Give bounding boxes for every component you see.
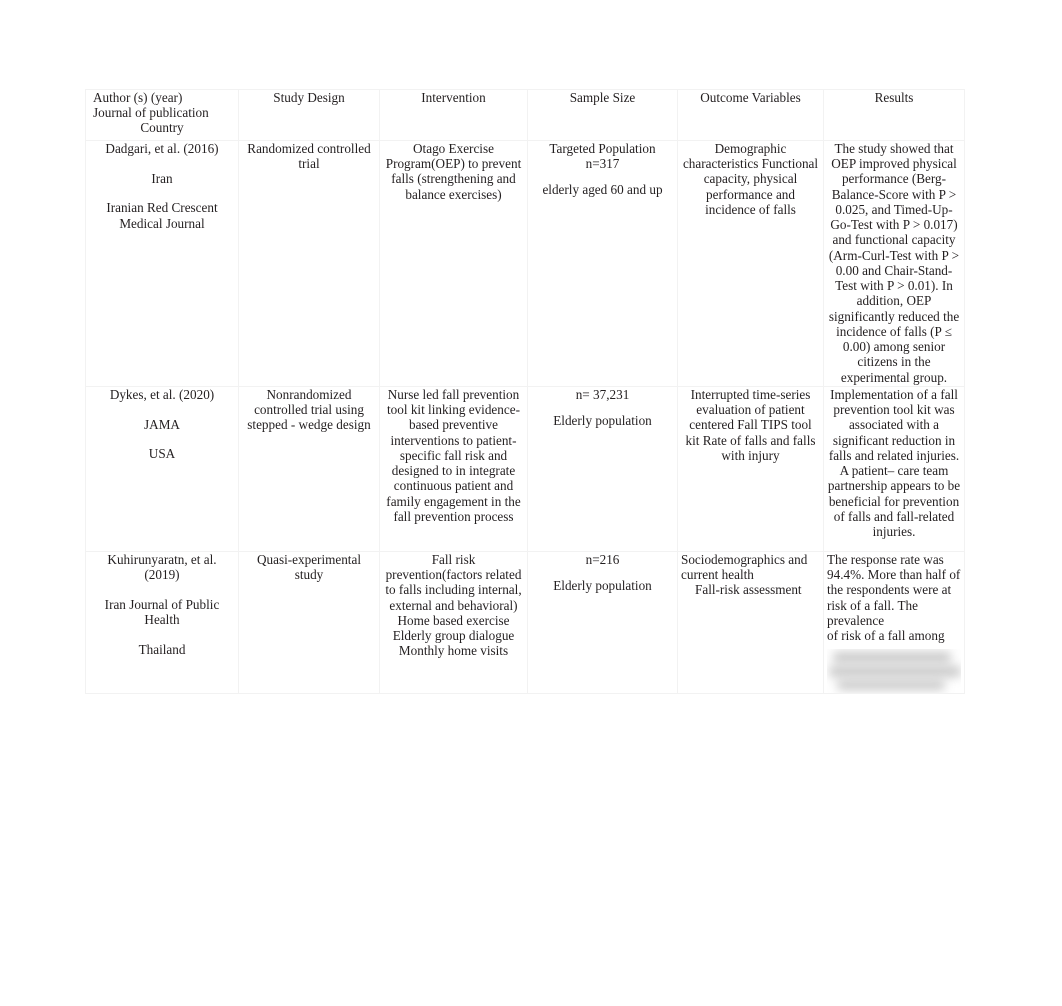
cell-design-1: Randomized controlled trial bbox=[238, 140, 380, 387]
document-page: Author (s) (year) Journal of publication… bbox=[0, 0, 1062, 1006]
cell-outcome-2: Interrupted time-series evaluation of pa… bbox=[677, 386, 824, 552]
column-header-sample-size: Sample Size bbox=[527, 89, 678, 141]
header-row: Author (s) (year) Journal of publication… bbox=[85, 89, 965, 141]
table-body: Dadgari, et al. (2016) Iran Iranian Red … bbox=[85, 140, 965, 695]
column-header-author: Author (s) (year) Journal of publication… bbox=[85, 89, 239, 141]
column-header-intervention: Intervention bbox=[379, 89, 528, 141]
redacted-line-1 bbox=[833, 652, 951, 664]
country-1: Iran bbox=[151, 170, 173, 186]
journal-2: USA bbox=[148, 446, 176, 462]
sample-detail-3: Elderly population bbox=[553, 578, 652, 594]
results-3-visible: The response rate was 94.4%. More than h… bbox=[827, 552, 961, 628]
sample-target-2: n= 37,231 bbox=[575, 387, 630, 402]
sample-target-1: Targeted Population n=317 bbox=[549, 141, 656, 172]
outcome-3-line1: Sociodemographics and current health bbox=[681, 552, 808, 583]
citation-2: Dykes, et al. (2020) bbox=[109, 387, 215, 402]
cell-intervention-3: Fall risk prevention(factors related to … bbox=[379, 550, 528, 695]
cell-author-3: Kuhirunyaratn, et al. (2019) Iran Journa… bbox=[85, 550, 239, 695]
cell-sample-3: n=216 Elderly population bbox=[527, 550, 678, 695]
cell-results-2: Implementation of a fall prevention tool… bbox=[823, 386, 965, 552]
redacted-text-block bbox=[827, 649, 961, 693]
sample-detail-2: Elderly population bbox=[553, 413, 652, 429]
cell-sample-1: Targeted Population n=317 elderly aged 6… bbox=[527, 140, 678, 387]
results-3-visible-2: of risk of a fall among bbox=[827, 628, 945, 644]
journal-3: Thailand bbox=[138, 641, 186, 657]
citation-3: Kuhirunyaratn, et al. (2019) bbox=[107, 552, 217, 583]
column-header-author-line2: Journal of publication bbox=[93, 105, 209, 121]
table-row: Dadgari, et al. (2016) Iran Iranian Red … bbox=[85, 140, 965, 387]
cell-results-3: The response rate was 94.4%. More than h… bbox=[823, 550, 965, 695]
cell-author-2: Dykes, et al. (2020) JAMA USA bbox=[85, 386, 239, 552]
redacted-line-2 bbox=[829, 666, 961, 678]
country-2: JAMA bbox=[144, 416, 180, 432]
column-header-author-line3: Country bbox=[140, 120, 184, 136]
citation-1: Dadgari, et al. (2016) bbox=[105, 141, 219, 156]
journal-1: Iranian Red Crescent Medical Journal bbox=[106, 200, 218, 231]
cell-outcome-3: Sociodemographics and current health Fal… bbox=[677, 550, 824, 695]
table-header: Author (s) (year) Journal of publication… bbox=[85, 89, 965, 141]
cell-design-2: Nonrandomized controlled trial using ste… bbox=[238, 386, 380, 552]
cell-intervention-1: Otago Exercise Program(OEP) to prevent f… bbox=[379, 140, 528, 387]
outcome-3-line2: Fall-risk assessment bbox=[695, 582, 802, 598]
cell-sample-2: n= 37,231 Elderly population bbox=[527, 386, 678, 552]
cell-outcome-1: Demographic characteristics Functional c… bbox=[677, 140, 824, 387]
column-header-study-design: Study Design bbox=[238, 89, 380, 141]
redacted-line-3 bbox=[837, 680, 945, 691]
sample-detail-1: elderly aged 60 and up bbox=[542, 182, 663, 198]
sample-target-3: n=216 bbox=[585, 552, 620, 567]
table-row: Kuhirunyaratn, et al. (2019) Iran Journa… bbox=[85, 550, 965, 695]
column-header-author-line1: Author (s) (year) bbox=[93, 90, 183, 105]
cell-intervention-2: Nurse led fall prevention tool kit linki… bbox=[379, 386, 528, 552]
cell-author-1: Dadgari, et al. (2016) Iran Iranian Red … bbox=[85, 140, 239, 387]
cell-design-3: Quasi-experimental study bbox=[238, 550, 380, 695]
column-header-outcome-variables: Outcome Variables bbox=[677, 89, 824, 141]
column-header-results: Results bbox=[823, 89, 965, 141]
literature-review-table: Author (s) (year) Journal of publication… bbox=[85, 89, 965, 695]
table-row: Dykes, et al. (2020) JAMA USA Nonrandomi… bbox=[85, 386, 965, 552]
cell-results-1: The study showed that OEP improved physi… bbox=[823, 140, 965, 387]
country-3: Iran Journal of Public Health bbox=[104, 596, 220, 628]
